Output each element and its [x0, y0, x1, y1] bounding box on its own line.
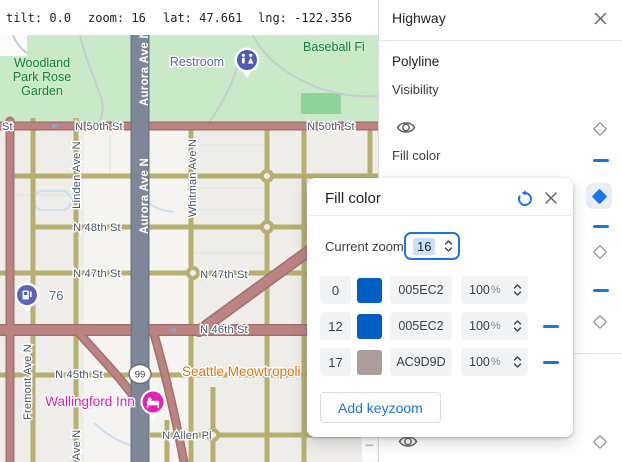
street-label-linden-ave-n: Linden Ave N [71, 141, 83, 209]
status-bar: tilt: 0.0 zoom: 16 lat: 47.661 lng: -122… [0, 0, 378, 36]
lng-readout: lng: -122.356 [258, 11, 352, 25]
current-zoom-label: Current zoom [325, 239, 404, 254]
zoom-readout: zoom: 16 [88, 11, 146, 25]
up-down-chevron-icon[interactable] [512, 281, 523, 299]
diamond-outline-icon[interactable] [593, 435, 607, 449]
opacity-value: 100 [469, 283, 490, 297]
reset-icon[interactable] [516, 190, 534, 208]
opacity-value: 100 [469, 319, 490, 333]
opacity-value: 100 [469, 355, 490, 369]
street-label-n-allen-pl: N Allen Pl [162, 430, 212, 442]
poi-label-baseball-field: Baseball Fi [303, 40, 365, 54]
dash-icon[interactable] [543, 361, 559, 364]
street-label-n-47th-st: N 47th St [200, 269, 248, 281]
percent-sign: % [491, 356, 501, 368]
selected-keyzoom-marker[interactable] [586, 183, 612, 209]
diamond-outline-icon[interactable] [593, 122, 607, 136]
panel-title: Highway [392, 10, 446, 26]
hex-value-chip[interactable]: AC9D9D [390, 348, 452, 376]
street-label-n-46th-st: N 46th St [200, 324, 248, 336]
opacity-chip[interactable]: 100% [461, 348, 528, 376]
up-down-chevron-icon[interactable] [512, 353, 523, 371]
hex-value-chip[interactable]: 005EC2 [390, 312, 452, 340]
street-label-fremont-ave-n: Fremont Ave N [22, 344, 34, 420]
diamond-outline-icon[interactable] [593, 245, 607, 259]
percent-sign: % [491, 320, 501, 332]
keyzoom-row: 12 005EC2 100% [320, 312, 559, 340]
street-label-ave-n: Ave N [71, 430, 83, 461]
dash-icon[interactable] [593, 225, 609, 228]
street-label-fragment: St [2, 121, 13, 133]
current-zoom-row: Current zoom 16 [325, 232, 460, 260]
fill-color-label: Fill color [392, 148, 440, 163]
city-block [84, 130, 131, 462]
keyzoom-level-chip[interactable]: 0 [320, 276, 351, 304]
dash-icon[interactable] [543, 325, 559, 328]
keyzoom-level-chip[interactable]: 17 [320, 348, 351, 376]
color-swatch[interactable] [357, 278, 382, 303]
keyzoom-row: 17 AC9D9D 100% [320, 348, 559, 376]
keyzoom-row: 0 005EC2 100% [320, 276, 528, 304]
street-label-n-48th-st: N 48th St [73, 222, 121, 234]
up-down-chevron-icon[interactable] [512, 317, 523, 335]
color-swatch[interactable] [357, 350, 382, 375]
poi-label-gas-station: 76 [49, 288, 63, 303]
current-zoom-input[interactable]: 16 [404, 232, 460, 260]
street-label-whitman-ave-n: Whitman Ave N [187, 139, 199, 217]
close-icon[interactable] [544, 191, 558, 205]
section-label-polyline: Polyline [392, 54, 439, 69]
add-keyzoom-button[interactable]: Add keyzoom [320, 392, 441, 423]
keyzoom-level-chip[interactable]: 12 [320, 312, 351, 340]
diamond-outline-icon[interactable] [593, 315, 607, 329]
park-label-line: Park Rose [13, 70, 71, 84]
panel-divider [379, 40, 622, 41]
baseball-field [301, 93, 341, 114]
hex-value-chip[interactable]: 005EC2 [390, 276, 452, 304]
opacity-chip[interactable]: 100% [461, 312, 528, 340]
percent-sign: % [491, 284, 501, 296]
poi-label-restroom: Restroom [170, 55, 224, 69]
street-label-aurora-ave-n: Aurora Ave N [139, 35, 151, 106]
up-down-chevron-icon[interactable] [443, 237, 454, 255]
diamond-filled-icon [591, 188, 607, 204]
street-label-n-45th-st: N 45th St [55, 369, 103, 381]
fill-color-dialog: Fill color Current zoom 16 0 005EC2 100 [307, 178, 573, 437]
lat-readout: lat: 47.661 [163, 11, 242, 25]
tilt-readout: tilt: 0.0 [6, 11, 71, 25]
street-label-n-50th-st: N 50th St [75, 121, 123, 133]
current-zoom-value[interactable]: 16 [413, 238, 435, 255]
color-swatch[interactable] [357, 314, 382, 339]
park-label-line: Woodland [14, 56, 70, 70]
street-label-n-50th-st: N 50th St [307, 121, 355, 133]
map-style-editor: tilt: 0.0 zoom: 16 lat: 47.661 lng: -122… [0, 0, 622, 462]
route-99-shield: 99 [129, 365, 151, 384]
dialog-divider [307, 215, 573, 216]
opacity-chip[interactable]: 100% [461, 276, 528, 304]
visibility-label: Visibility [392, 82, 439, 97]
poi-label-hotel: Wallingford Inn [45, 394, 135, 409]
park-label-line: Garden [21, 84, 63, 98]
eye-icon[interactable] [396, 120, 416, 135]
dash-icon[interactable] [593, 289, 609, 292]
street-label-n-47th-st: N 47th St [73, 268, 121, 280]
street-label-aurora-ave-n: Aurora Ave N [139, 158, 151, 234]
dialog-title: Fill color [325, 190, 381, 207]
route-shield-label: 99 [135, 370, 146, 381]
dash-icon[interactable] [593, 159, 609, 162]
close-icon[interactable] [593, 11, 608, 26]
poi-label-cafe: Seattle Meowtropoli [182, 364, 301, 379]
